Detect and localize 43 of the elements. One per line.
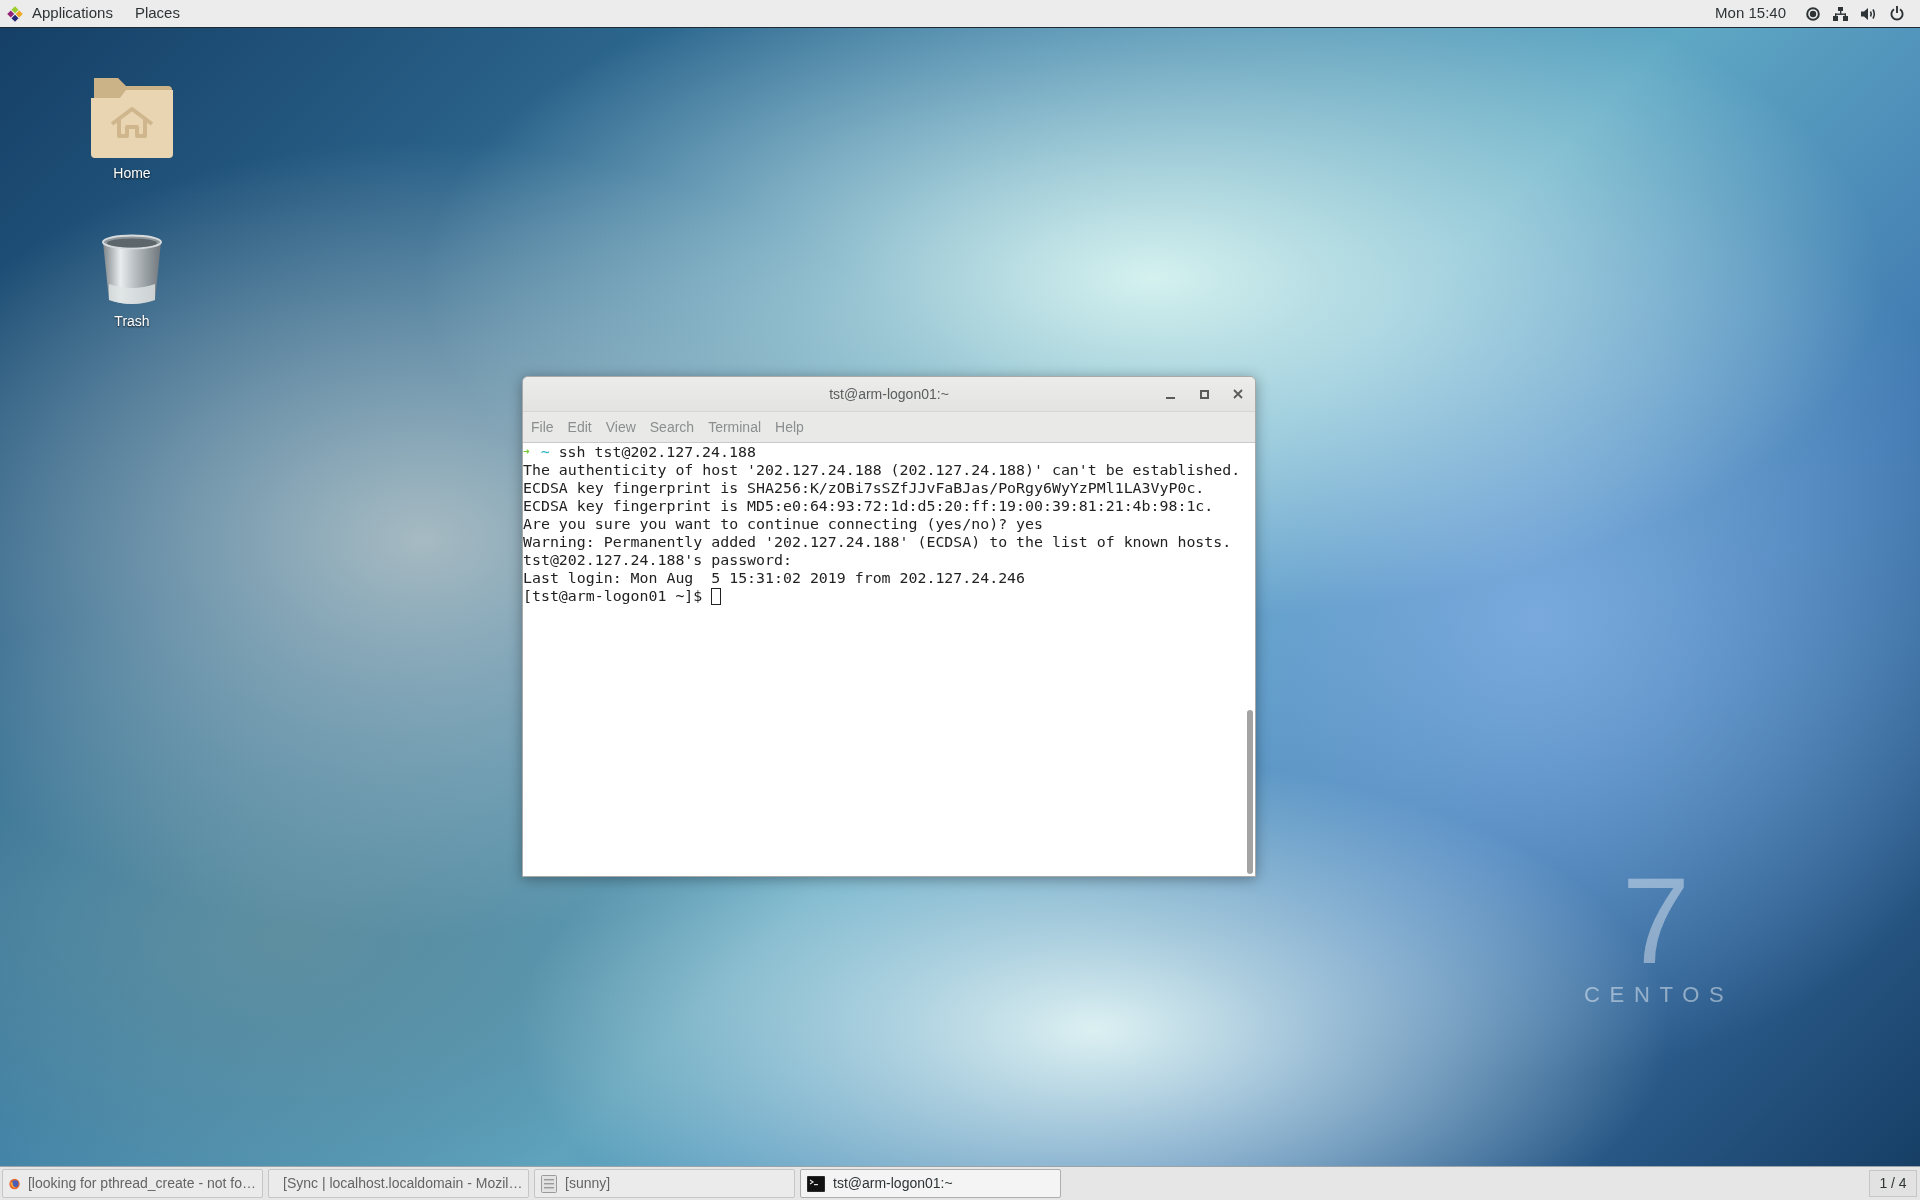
terminal-line: tst@202.127.24.188's password: [523,551,792,569]
terminal-line: The authenticity of host '202.127.24.188 (202.127.24.188)' can't be established. [523,461,1241,479]
minimize-icon [1165,396,1175,399]
shell-prompt: [tst@arm-logon01 ~]$ [523,587,703,605]
close-icon [1233,389,1243,399]
document-icon [541,1174,557,1193]
terminal-line: Are you sure you want to continue connecting (yes/no)? yes [523,515,1043,533]
window-title: tst@arm-logon01:~ [829,384,949,404]
taskbar-item[interactable]: [Sync | localhost.localdomain - Mozil… [268,1169,529,1198]
taskbar-item[interactable]: [looking for pthread_create - not fo… [2,1169,263,1198]
desktop-shortcut[interactable]: Home [78,70,186,184]
menu-item[interactable]: Search [642,414,702,440]
places-menu[interactable]: Places [123,0,191,27]
menu-item[interactable]: Help [768,414,811,440]
terminal-line: ECDSA key fingerprint is SHA256:K/zOBi7sSZfJJvFaBJas/PoRgy6WyYzPMl1LA3VyP0c. [523,479,1205,497]
trash-bin-icon [101,234,163,306]
taskbar-item[interactable]: tst@arm-logon01:~ [800,1169,1061,1198]
pinwheel-icon [7,5,23,22]
terminal-icon [807,1175,825,1192]
menu-item[interactable]: Edit [560,414,599,440]
desktop-shortcut[interactable]: Trash [78,218,186,332]
power-icon[interactable] [1890,6,1904,21]
volume-icon[interactable] [1861,6,1877,21]
menu-item[interactable]: File [524,414,561,440]
command-text: ssh tst@202.127.24.188 [558,443,756,461]
prompt-directory: ~ [540,443,550,461]
prompt-arrow: ➜ [523,444,531,460]
applications-menu[interactable]: Applications [0,0,124,27]
scrollbar-thumb[interactable] [1246,710,1253,874]
wallpaper-brand-text: CENTOS [1584,984,1734,1006]
terminal-line: Last login: Mon Aug 5 15:31:02 2019 from 202.127.24.246 [523,569,1026,587]
taskbar-item[interactable]: [sunny] [534,1169,795,1198]
menu-item[interactable]: Terminal [701,414,769,440]
clock[interactable]: Mon 15:40 [1705,0,1796,27]
home-folder-icon [90,76,174,158]
network-icon[interactable] [1833,6,1848,21]
terminal-line: ECDSA key fingerprint is MD5:e0:64:93:72:1d:d5:20:ff:19:00:39:81:21:4b:98:1c. [523,497,1214,515]
terminal-line: Warning: Permanently added '202.127.24.188' (ECDSA) to the list of known hosts. [523,533,1232,551]
maximize-icon [1199,389,1209,399]
target-icon[interactable] [1806,6,1820,21]
wallpaper-version-text: 7 [1622,860,1690,982]
workspace-switcher[interactable]: 1 / 4 [1869,1170,1917,1197]
menu-item[interactable]: View [598,414,643,440]
